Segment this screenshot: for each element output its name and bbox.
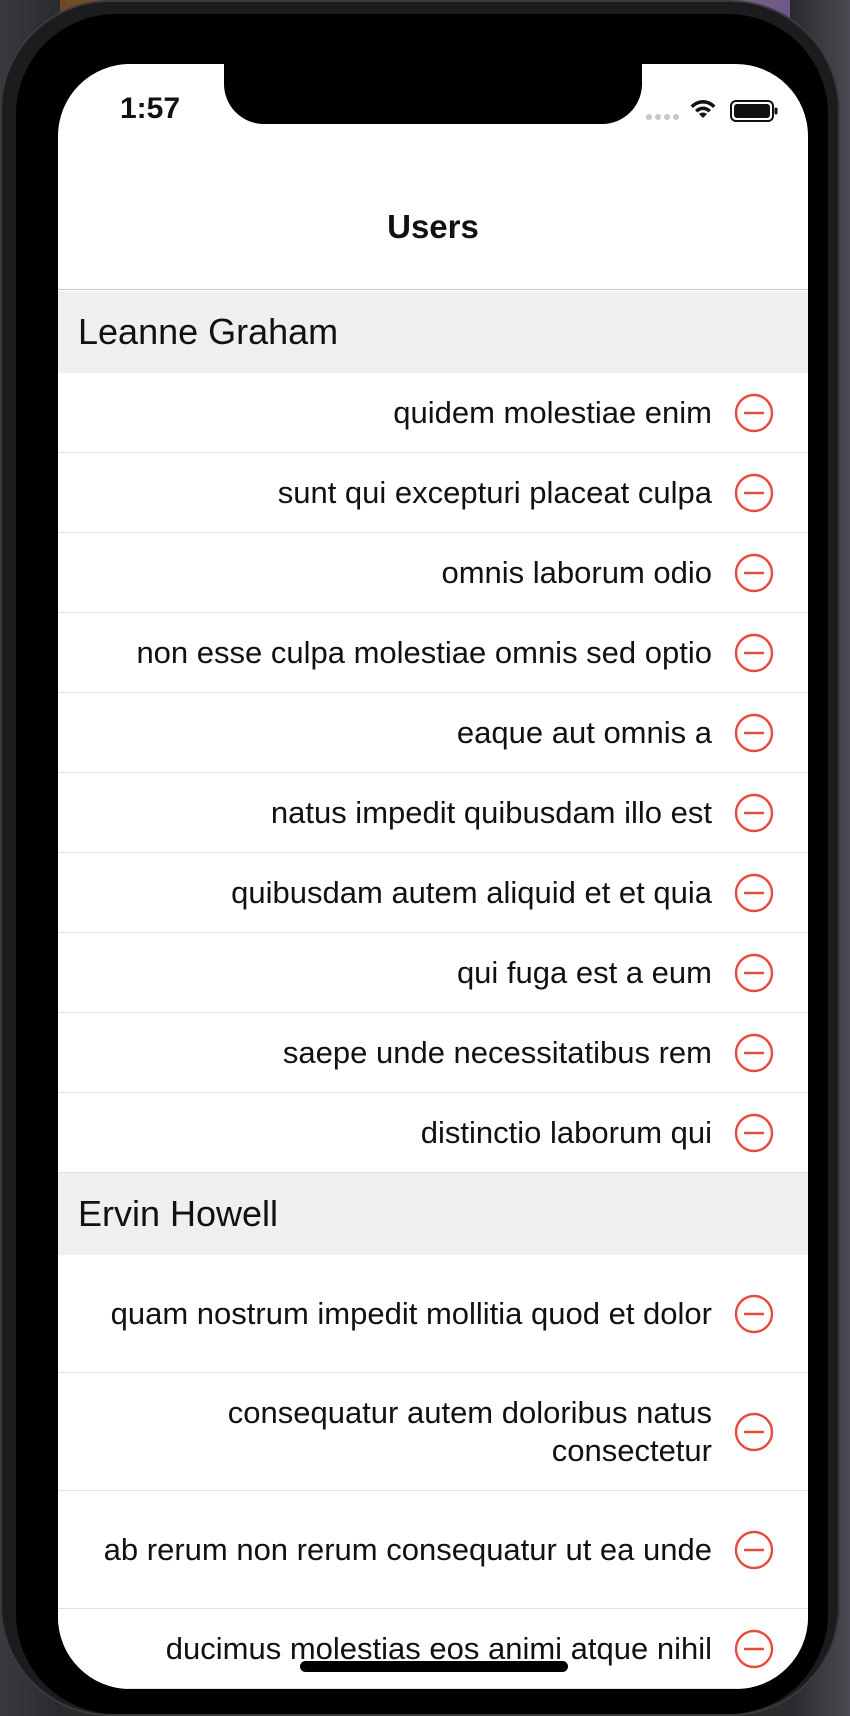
list-item-title: ab rerum non rerum consequatur ut ea und… — [103, 1532, 712, 1567]
list-item[interactable]: quam nostrum impedit mollitia quod et do… — [58, 1255, 808, 1373]
section-header-label: Ervin Howell — [78, 1193, 279, 1234]
list-item-title: consequatur autem doloribus natus consec… — [227, 1395, 712, 1468]
battery-icon — [730, 100, 778, 122]
list-item-title: quam nostrum impedit mollitia quod et do… — [110, 1296, 712, 1331]
remove-circle-icon[interactable] — [734, 553, 774, 593]
remove-circle-icon[interactable] — [734, 1113, 774, 1153]
remove-circle-icon[interactable] — [734, 393, 774, 433]
remove-circle-icon[interactable] — [734, 1530, 774, 1570]
list-item[interactable]: omnis laborum odio — [58, 533, 808, 613]
section-header-label: Leanne Graham — [78, 311, 339, 352]
list-item[interactable]: eaque aut omnis a — [58, 693, 808, 773]
list-item[interactable]: sunt qui excepturi placeat culpa — [58, 453, 808, 533]
list-item[interactable]: ab rerum non rerum consequatur ut ea und… — [58, 1491, 808, 1609]
list-item-title: qui fuga est a eum — [456, 955, 712, 990]
list-item-title: quibusdam autem aliquid et et quia — [231, 875, 712, 910]
list-item[interactable]: saepe unde necessitatibus rem — [58, 1013, 808, 1093]
remove-circle-icon[interactable] — [734, 473, 774, 513]
list-item-title: distinctio laborum qui — [420, 1115, 712, 1150]
remove-circle-icon[interactable] — [734, 1629, 774, 1669]
remove-circle-icon[interactable] — [734, 1412, 774, 1452]
list-item[interactable]: natus impedit quibusdam illo est — [58, 773, 808, 853]
remove-circle-icon[interactable] — [734, 1294, 774, 1334]
remove-circle-icon[interactable] — [734, 953, 774, 993]
remove-circle-icon[interactable] — [734, 633, 774, 673]
status-time: 1:57 — [120, 92, 181, 125]
notch — [224, 64, 642, 124]
home-indicator[interactable] — [300, 1661, 568, 1672]
phone-bezel: 1:57 Users Leanne Graham quidem molestiae… — [16, 14, 828, 1714]
list-item[interactable]: distinctio laborum qui — [58, 1093, 808, 1173]
navigation-bar: Users — [58, 164, 808, 290]
list-item-title: natus impedit quibusdam illo est — [270, 795, 712, 830]
remove-circle-icon[interactable] — [734, 873, 774, 913]
list-item-title: sunt qui excepturi placeat culpa — [277, 475, 712, 510]
section-header: Ervin Howell — [58, 1173, 808, 1255]
list-item-title: non esse culpa molestiae omnis sed optio — [136, 635, 712, 670]
list-item-title: eaque aut omnis a — [456, 715, 712, 750]
list-item[interactable]: ducimus molestias eos animi atque nihil — [58, 1609, 808, 1689]
list-item[interactable]: non esse culpa molestiae omnis sed optio — [58, 613, 808, 693]
list-item-title: omnis laborum odio — [441, 555, 712, 590]
list-item[interactable]: consequatur autem doloribus natus consec… — [58, 1373, 808, 1491]
list-item-title: quidem molestiae enim — [393, 395, 712, 430]
list-item-title: saepe unde necessitatibus rem — [282, 1035, 712, 1070]
list-item[interactable]: quidem molestiae enim — [58, 373, 808, 453]
wifi-icon — [690, 100, 716, 118]
remove-circle-icon[interactable] — [734, 713, 774, 753]
remove-circle-icon[interactable] — [734, 793, 774, 833]
page-title: Users — [387, 207, 479, 245]
section-header: Leanne Graham — [58, 291, 808, 373]
cellular-signal-icon — [646, 114, 679, 120]
list-item[interactable]: quibusdam autem aliquid et et quia — [58, 853, 808, 933]
phone-screen: 1:57 Users Leanne Graham quidem molestiae… — [58, 64, 808, 1689]
phone-frame: 1:57 Users Leanne Graham quidem molestiae… — [0, 0, 840, 1716]
remove-circle-icon[interactable] — [734, 1033, 774, 1073]
users-table: Leanne Graham quidem molestiae enim sunt q… — [58, 291, 808, 1689]
list-item[interactable]: qui fuga est a eum — [58, 933, 808, 1013]
